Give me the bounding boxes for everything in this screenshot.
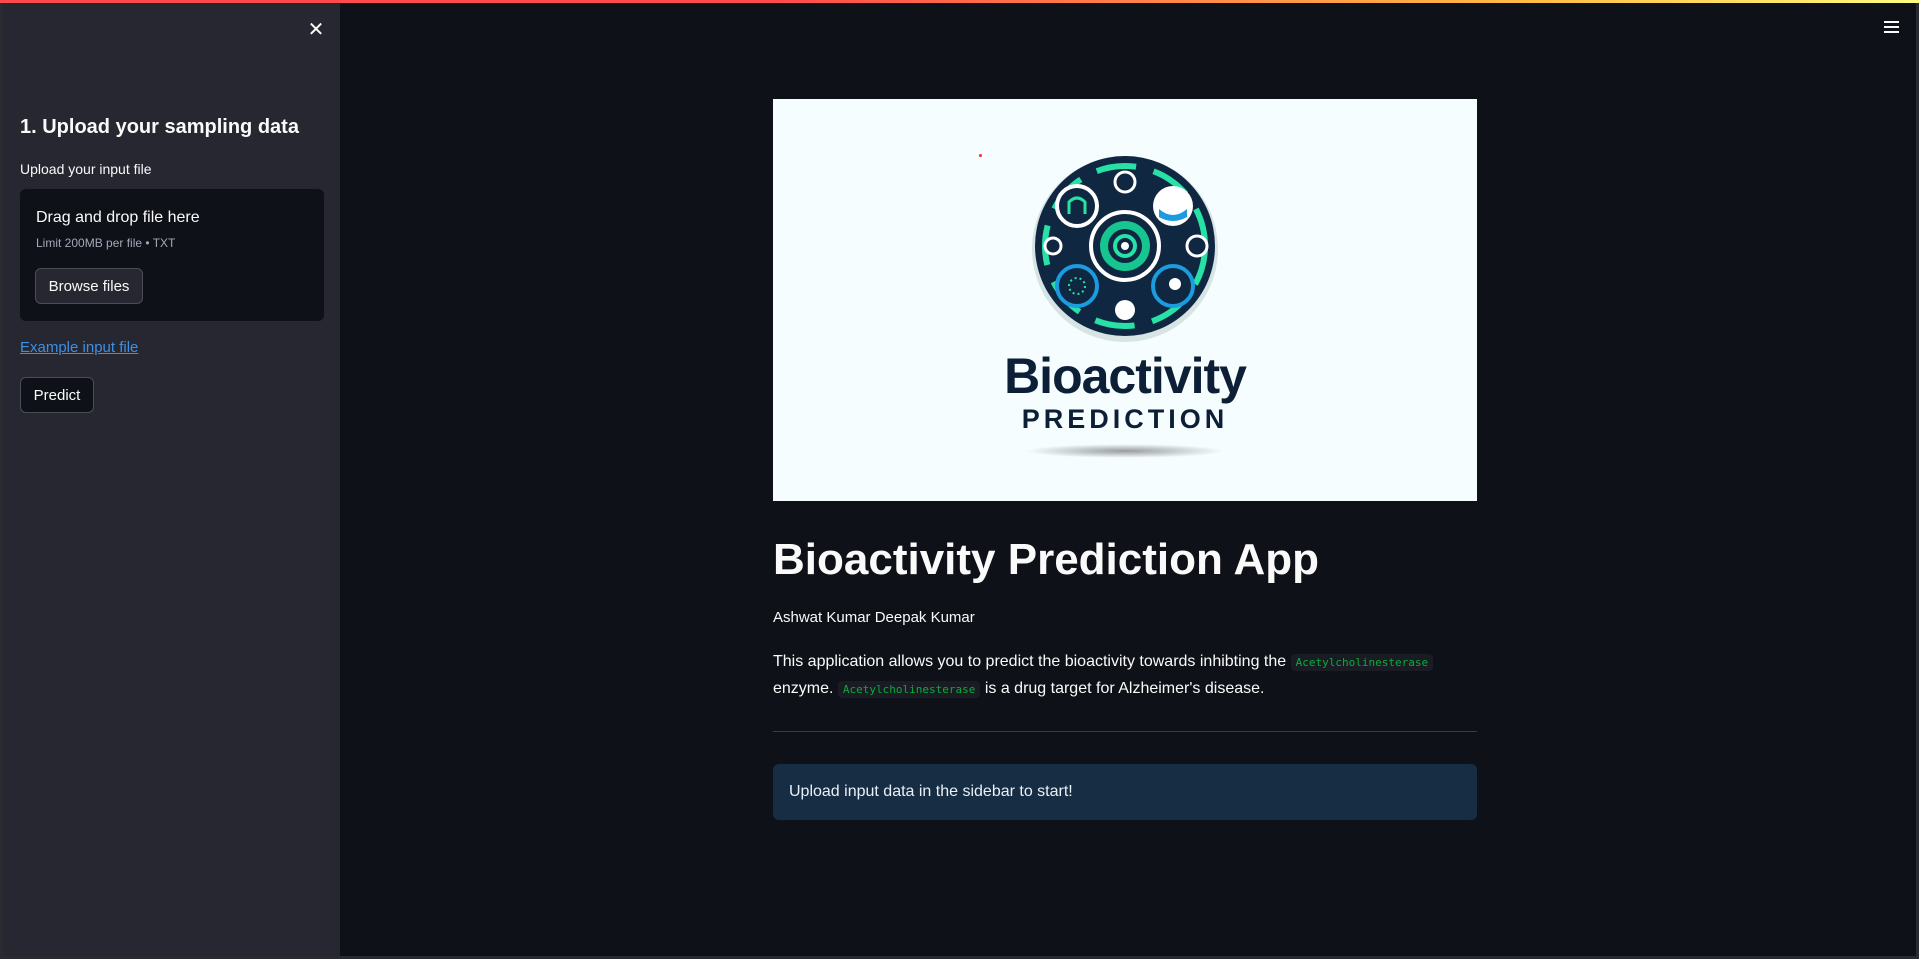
dropzone-limit: Limit 200MB per file • TXT [36, 236, 176, 250]
banner-image: Bioactivity PREDICTION [773, 99, 1477, 501]
sidebar: ✕ 1. Upload your sampling data Upload yo… [0, 0, 340, 959]
sidebar-heading: 1. Upload your sampling data [20, 116, 299, 138]
desc-code-1: Acetylcholinesterase [1290, 654, 1434, 671]
loading-progress-bar [0, 0, 1919, 3]
file-dropzone[interactable]: Drag and drop file here Limit 200MB per … [20, 189, 324, 321]
browse-files-button[interactable]: Browse files [35, 268, 143, 304]
dropzone-title: Drag and drop file here [36, 209, 200, 226]
logo-shadow [1025, 444, 1225, 458]
app-description: This application allows you to predict t… [773, 649, 1473, 703]
upload-label: Upload your input file [20, 161, 152, 177]
page-title: Bioactivity Prediction App [773, 535, 1320, 584]
stray-dot [979, 154, 982, 157]
info-alert-text: Upload input data in the sidebar to star… [789, 783, 1073, 800]
desc-code-2: Acetylcholinesterase [837, 681, 981, 698]
banner-word-prediction: PREDICTION [1021, 404, 1229, 434]
desc-text-3: is a drug target for Alzheimer's disease… [980, 680, 1265, 697]
desc-text-1: This application allows you to predict t… [773, 653, 1291, 670]
example-input-link[interactable]: Example input file [20, 339, 138, 356]
predict-button[interactable]: Predict [20, 377, 94, 413]
banner-word-bioactivity: Bioactivity [1004, 348, 1247, 404]
divider [773, 731, 1477, 732]
bioactivity-logo-emblem [1032, 156, 1218, 342]
desc-text-2: enzyme. [773, 680, 838, 697]
close-icon[interactable]: ✕ [304, 18, 328, 42]
info-alert: Upload input data in the sidebar to star… [773, 764, 1477, 820]
hamburger-menu-icon[interactable] [1880, 18, 1902, 38]
author-name: Ashwat Kumar Deepak Kumar [773, 609, 975, 626]
